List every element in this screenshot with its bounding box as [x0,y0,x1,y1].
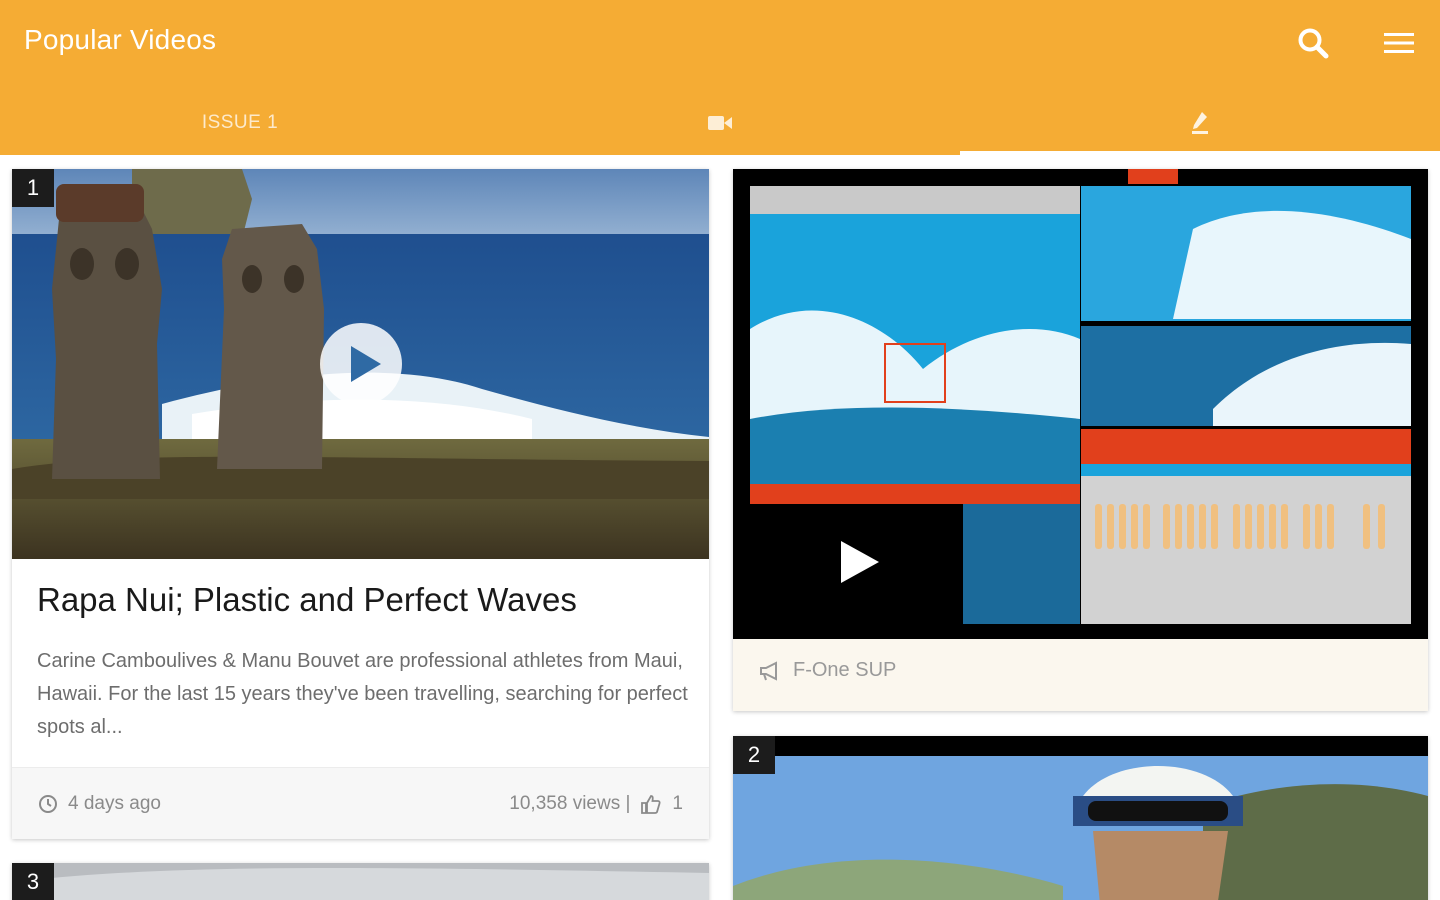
caption-text: F-One SUP [793,659,897,681]
thumbs-up-icon[interactable] [640,793,662,815]
published-time: 4 days ago [68,792,161,814]
view-count: 10,358 views | [509,792,631,814]
clock-icon [39,794,57,813]
page-title: Popular Videos [24,24,217,55]
video-title[interactable]: Rapa Nui; Plastic and Perfect Waves [37,581,577,619]
hamburger-menu-icon [1384,33,1414,53]
like-count: 1 [672,792,683,814]
menu-button[interactable] [1378,22,1420,64]
video-card[interactable]: 1 Rapa Nui; Plastic and Perfect Waves Ca… [12,169,709,839]
magazine-caption[interactable]: F-One SUP [759,659,896,682]
play-icon[interactable] [839,539,881,585]
search-icon [1298,28,1329,59]
video-thumbnail[interactable] [12,863,709,900]
app-bar: Popular Videos ISSUE 1 [0,0,1440,155]
card-footer: 4 days ago 10,358 views | 1 [12,767,709,839]
play-icon[interactable] [319,322,403,406]
megaphone-icon [760,660,777,681]
magazine-card[interactable]: F-One SUP [733,169,1428,711]
rank-badge: 1 [12,169,54,207]
tab-bar: ISSUE 1 [0,90,1440,155]
rank-badge: 2 [733,736,775,774]
tab-issue-label: ISSUE 1 [201,111,279,133]
magazine-thumbnail[interactable] [733,169,1428,639]
video-camera-icon [708,115,732,130]
search-button[interactable] [1292,22,1334,64]
video-card[interactable]: 2 [733,736,1428,900]
rank-badge: 3 [12,863,54,900]
video-card[interactable]: 3 [12,863,709,900]
tab-issue[interactable]: ISSUE 1 [0,90,480,155]
video-thumbnail[interactable] [12,169,709,559]
pen-icon [1192,111,1208,134]
tab-videos[interactable] [480,90,960,155]
video-thumbnail[interactable] [733,736,1428,900]
video-description: Carine Camboulives & Manu Bouvet are pro… [37,650,688,738]
tab-articles[interactable] [960,90,1440,155]
